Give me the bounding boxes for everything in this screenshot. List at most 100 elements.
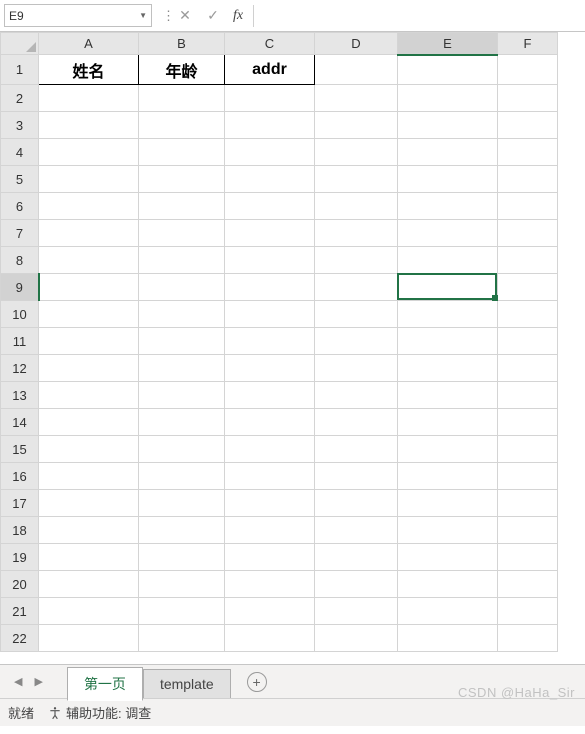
cell-A22[interactable] bbox=[39, 625, 139, 652]
cell-C7[interactable] bbox=[225, 220, 315, 247]
cell-C15[interactable] bbox=[225, 436, 315, 463]
row-header-12[interactable]: 12 bbox=[1, 355, 39, 382]
row-header-1[interactable]: 1 bbox=[1, 55, 39, 85]
cell-B7[interactable] bbox=[139, 220, 225, 247]
cell-A12[interactable] bbox=[39, 355, 139, 382]
cell-A11[interactable] bbox=[39, 328, 139, 355]
cell-D8[interactable] bbox=[315, 247, 398, 274]
cell-C14[interactable] bbox=[225, 409, 315, 436]
cell-E21[interactable] bbox=[398, 598, 498, 625]
cell-B5[interactable] bbox=[139, 166, 225, 193]
cell-A8[interactable] bbox=[39, 247, 139, 274]
cell-A15[interactable] bbox=[39, 436, 139, 463]
cell-A19[interactable] bbox=[39, 544, 139, 571]
cell-D14[interactable] bbox=[315, 409, 398, 436]
cell-B12[interactable] bbox=[139, 355, 225, 382]
cell-A2[interactable] bbox=[39, 85, 139, 112]
cell-C2[interactable] bbox=[225, 85, 315, 112]
cell-E4[interactable] bbox=[398, 139, 498, 166]
cell-D6[interactable] bbox=[315, 193, 398, 220]
cell-A6[interactable] bbox=[39, 193, 139, 220]
cell-A1[interactable]: 姓名 bbox=[39, 55, 139, 85]
cell-C3[interactable] bbox=[225, 112, 315, 139]
tab-nav-next-icon[interactable]: ▶ bbox=[28, 675, 48, 688]
cell-B17[interactable] bbox=[139, 490, 225, 517]
row-header-14[interactable]: 14 bbox=[1, 409, 39, 436]
cell-A10[interactable] bbox=[39, 301, 139, 328]
cell-A21[interactable] bbox=[39, 598, 139, 625]
tab-nav-prev-icon[interactable]: ◀ bbox=[8, 675, 28, 688]
cell-A13[interactable] bbox=[39, 382, 139, 409]
cell-D19[interactable] bbox=[315, 544, 398, 571]
cell-E11[interactable] bbox=[398, 328, 498, 355]
cell-D5[interactable] bbox=[315, 166, 398, 193]
cell-B19[interactable] bbox=[139, 544, 225, 571]
cell-B15[interactable] bbox=[139, 436, 225, 463]
cell-E22[interactable] bbox=[398, 625, 498, 652]
row-header-8[interactable]: 8 bbox=[1, 247, 39, 274]
cell-B6[interactable] bbox=[139, 193, 225, 220]
status-accessibility[interactable]: 辅助功能: 调查 bbox=[48, 703, 151, 722]
cell-F3[interactable] bbox=[498, 112, 558, 139]
cell-B9[interactable] bbox=[139, 274, 225, 301]
cell-A18[interactable] bbox=[39, 517, 139, 544]
row-header-3[interactable]: 3 bbox=[1, 112, 39, 139]
cell-E16[interactable] bbox=[398, 463, 498, 490]
cell-F1[interactable] bbox=[498, 55, 558, 85]
cell-E1[interactable] bbox=[398, 55, 498, 85]
cell-D20[interactable] bbox=[315, 571, 398, 598]
column-header-B[interactable]: B bbox=[139, 33, 225, 55]
cell-D12[interactable] bbox=[315, 355, 398, 382]
sheet-tab-active[interactable]: 第一页 bbox=[67, 667, 143, 701]
cell-C18[interactable] bbox=[225, 517, 315, 544]
cell-B20[interactable] bbox=[139, 571, 225, 598]
column-header-E[interactable]: E bbox=[398, 33, 498, 55]
cell-D7[interactable] bbox=[315, 220, 398, 247]
row-header-9[interactable]: 9 bbox=[1, 274, 39, 301]
row-header-22[interactable]: 22 bbox=[1, 625, 39, 652]
cell-F19[interactable] bbox=[498, 544, 558, 571]
cell-A5[interactable] bbox=[39, 166, 139, 193]
cell-C13[interactable] bbox=[225, 382, 315, 409]
cell-F2[interactable] bbox=[498, 85, 558, 112]
cell-F4[interactable] bbox=[498, 139, 558, 166]
column-header-A[interactable]: A bbox=[39, 33, 139, 55]
sheet-tab-template[interactable]: template bbox=[143, 669, 231, 698]
cell-E5[interactable] bbox=[398, 166, 498, 193]
cell-D3[interactable] bbox=[315, 112, 398, 139]
cell-C9[interactable] bbox=[225, 274, 315, 301]
fx-icon[interactable]: fx bbox=[233, 8, 243, 24]
cell-E6[interactable] bbox=[398, 193, 498, 220]
spreadsheet-grid[interactable]: ABCDEF1姓名年龄addr2345678910111213141516171… bbox=[0, 32, 558, 652]
cell-E8[interactable] bbox=[398, 247, 498, 274]
cell-D15[interactable] bbox=[315, 436, 398, 463]
cell-C4[interactable] bbox=[225, 139, 315, 166]
cell-A7[interactable] bbox=[39, 220, 139, 247]
cell-C6[interactable] bbox=[225, 193, 315, 220]
cell-E12[interactable] bbox=[398, 355, 498, 382]
cell-B21[interactable] bbox=[139, 598, 225, 625]
cell-E2[interactable] bbox=[398, 85, 498, 112]
cell-B10[interactable] bbox=[139, 301, 225, 328]
cell-F18[interactable] bbox=[498, 517, 558, 544]
cell-E19[interactable] bbox=[398, 544, 498, 571]
cell-D13[interactable] bbox=[315, 382, 398, 409]
cell-C8[interactable] bbox=[225, 247, 315, 274]
cancel-icon[interactable]: ✕ bbox=[171, 7, 199, 24]
cell-D10[interactable] bbox=[315, 301, 398, 328]
cell-B13[interactable] bbox=[139, 382, 225, 409]
select-all-corner[interactable] bbox=[1, 33, 39, 55]
cell-D16[interactable] bbox=[315, 463, 398, 490]
cell-B1[interactable]: 年龄 bbox=[139, 55, 225, 85]
cell-E20[interactable] bbox=[398, 571, 498, 598]
cell-E17[interactable] bbox=[398, 490, 498, 517]
cell-F21[interactable] bbox=[498, 598, 558, 625]
cell-B8[interactable] bbox=[139, 247, 225, 274]
row-header-10[interactable]: 10 bbox=[1, 301, 39, 328]
cell-F20[interactable] bbox=[498, 571, 558, 598]
formula-input[interactable] bbox=[253, 5, 581, 27]
cell-B16[interactable] bbox=[139, 463, 225, 490]
column-header-F[interactable]: F bbox=[498, 33, 558, 55]
cell-D21[interactable] bbox=[315, 598, 398, 625]
cell-C20[interactable] bbox=[225, 571, 315, 598]
